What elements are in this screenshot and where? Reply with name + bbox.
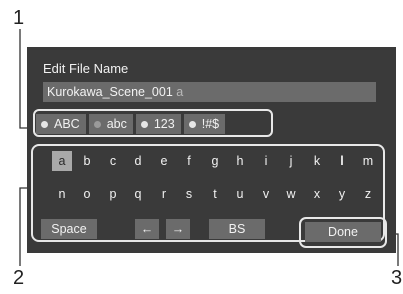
key-b[interactable]: b — [77, 151, 97, 171]
cursor-right-button[interactable]: → — [166, 219, 190, 239]
key-w[interactable]: w — [281, 184, 301, 204]
key-p[interactable]: p — [103, 184, 123, 204]
key-d[interactable]: d — [128, 151, 148, 171]
key-r[interactable]: r — [154, 184, 174, 204]
key-v[interactable]: v — [256, 184, 276, 204]
dialog-title: Edit File Name — [43, 61, 129, 76]
radio-dot-icon — [93, 120, 101, 128]
key-h[interactable]: h — [230, 151, 250, 171]
key-u[interactable]: u — [230, 184, 250, 204]
backspace-button[interactable]: BS — [209, 219, 265, 239]
key-e[interactable]: e — [154, 151, 174, 171]
mode-tab-lowercase[interactable]: abc — [88, 114, 133, 134]
key-g[interactable]: g — [205, 151, 225, 171]
mode-tab-label: 123 — [153, 117, 175, 131]
mode-tab-uppercase[interactable]: ABC — [36, 114, 86, 134]
key-o[interactable]: o — [77, 184, 97, 204]
key-m[interactable]: m — [358, 151, 378, 171]
key-y[interactable]: y — [332, 184, 352, 204]
key-s[interactable]: s — [179, 184, 199, 204]
key-z[interactable]: z — [358, 184, 378, 204]
arrow-left-icon: ← — [140, 222, 154, 236]
cursor-character: a — [176, 85, 184, 99]
space-button[interactable]: Space — [41, 219, 97, 239]
mode-tab-label: !#$ — [201, 117, 220, 131]
filename-text: Kurokawa_Scene_001 — [47, 85, 173, 99]
key-j[interactable]: j — [281, 151, 301, 171]
key-k[interactable]: k — [307, 151, 327, 171]
key-n[interactable]: n — [52, 184, 72, 204]
radio-dot-icon — [188, 120, 196, 128]
edit-file-name-screen: Edit File Name Kurokawa_Scene_001 a ABC … — [27, 47, 396, 253]
character-type-tabs: ABC abc 123 !#$ — [36, 114, 228, 134]
radio-dot-icon — [41, 120, 48, 128]
cursor-left-button[interactable]: ← — [135, 219, 159, 239]
key-x[interactable]: x — [307, 184, 327, 204]
key-l[interactable]: l — [332, 151, 352, 171]
key-t[interactable]: t — [205, 184, 225, 204]
radio-dot-icon — [140, 120, 148, 128]
key-i[interactable]: i — [256, 151, 276, 171]
key-f[interactable]: f — [179, 151, 199, 171]
mode-tab-symbols[interactable]: !#$ — [183, 114, 226, 134]
done-button[interactable]: Done — [305, 222, 381, 242]
filename-field[interactable]: Kurokawa_Scene_001 a — [43, 82, 376, 102]
mode-tab-label: ABC — [54, 117, 80, 131]
key-a[interactable]: a — [52, 151, 72, 171]
mode-tab-numbers[interactable]: 123 — [135, 114, 181, 134]
key-q[interactable]: q — [128, 184, 148, 204]
arrow-right-icon: → — [171, 222, 185, 236]
key-c[interactable]: c — [103, 151, 123, 171]
mode-tab-label: abc — [106, 117, 127, 131]
